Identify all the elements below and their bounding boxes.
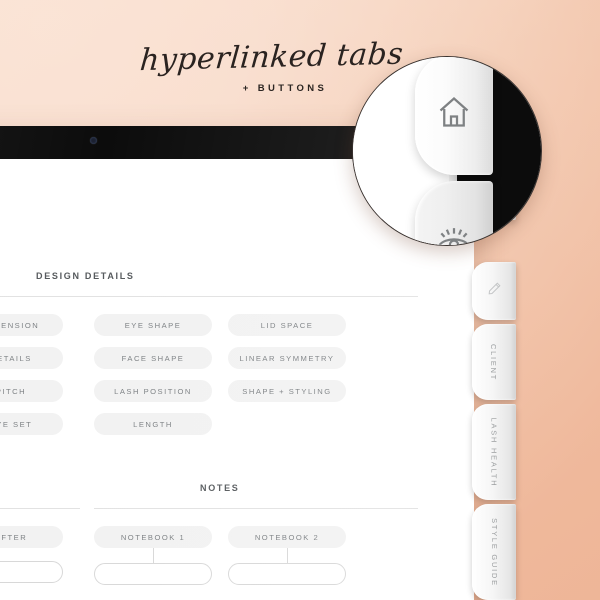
sidebar-tab-client-label: CLIENT xyxy=(489,343,499,381)
home-icon xyxy=(436,94,472,135)
design-button-length[interactable]: LENGTH xyxy=(94,413,212,435)
design-button-lid-space[interactable]: LID SPACE xyxy=(228,314,346,336)
design-button-eye-set[interactable]: EYE SET xyxy=(0,413,63,435)
zoom-tab-strip xyxy=(415,57,493,245)
design-button-pitch[interactable]: PITCH xyxy=(0,380,63,402)
zoom-callout-content xyxy=(353,57,541,245)
design-button-details[interactable]: DETAILS xyxy=(0,347,63,369)
front-camera-icon xyxy=(90,137,97,144)
notes-button-notebook-1[interactable]: NOTEBOOK 1 xyxy=(94,526,212,548)
zoom-callout-circle xyxy=(352,56,542,246)
sidebar-tab-lash-health-label: LASH HEALTH xyxy=(489,417,499,487)
notebook-2-connector xyxy=(287,548,288,563)
notebook-1-field[interactable] xyxy=(94,563,212,585)
sidebar-tab-style-guide[interactable]: STYLE GUIDE xyxy=(472,504,516,600)
sidebar-tab-pencil[interactable] xyxy=(472,262,516,320)
eye-icon xyxy=(435,221,473,245)
design-button-face-shape[interactable]: FACE SHAPE xyxy=(94,347,212,369)
notebook-1-connector xyxy=(153,548,154,563)
design-details-divider xyxy=(0,296,418,297)
sidebar-tab-lash-health[interactable]: LASH HEALTH xyxy=(472,404,516,500)
notes-button-notebook-2[interactable]: NOTEBOOK 2 xyxy=(228,526,346,548)
notes-divider-left xyxy=(0,508,80,509)
sidebar-tab-style-guide-label: STYLE GUIDE xyxy=(489,517,499,587)
design-button-linear-symmetry[interactable]: LINEAR SYMMETRY xyxy=(228,347,346,369)
pencil-icon xyxy=(487,281,502,301)
notebook-2-field[interactable] xyxy=(228,563,346,585)
notes-field-left[interactable] xyxy=(0,561,63,583)
design-details-title: DESIGN DETAILS xyxy=(36,271,135,281)
design-button-dimension[interactable]: DIMENSION xyxy=(0,314,63,336)
notes-divider-right xyxy=(94,508,418,509)
screenshot-canvas: DESIGN DETAILS DIMENSION DETAILS PITCH E… xyxy=(0,0,600,600)
design-button-eye-shape[interactable]: EYE SHAPE xyxy=(94,314,212,336)
sidebar-tab-client[interactable]: CLIENT xyxy=(472,324,516,400)
notes-title: NOTES xyxy=(200,483,240,493)
notes-button-after[interactable]: AFTER xyxy=(0,526,63,548)
zoom-tab-home[interactable] xyxy=(415,57,493,175)
zoom-tab-eye[interactable] xyxy=(415,181,493,245)
design-button-shape-styling[interactable]: SHAPE + STYLING xyxy=(228,380,346,402)
design-button-lash-position[interactable]: LASH POSITION xyxy=(94,380,212,402)
